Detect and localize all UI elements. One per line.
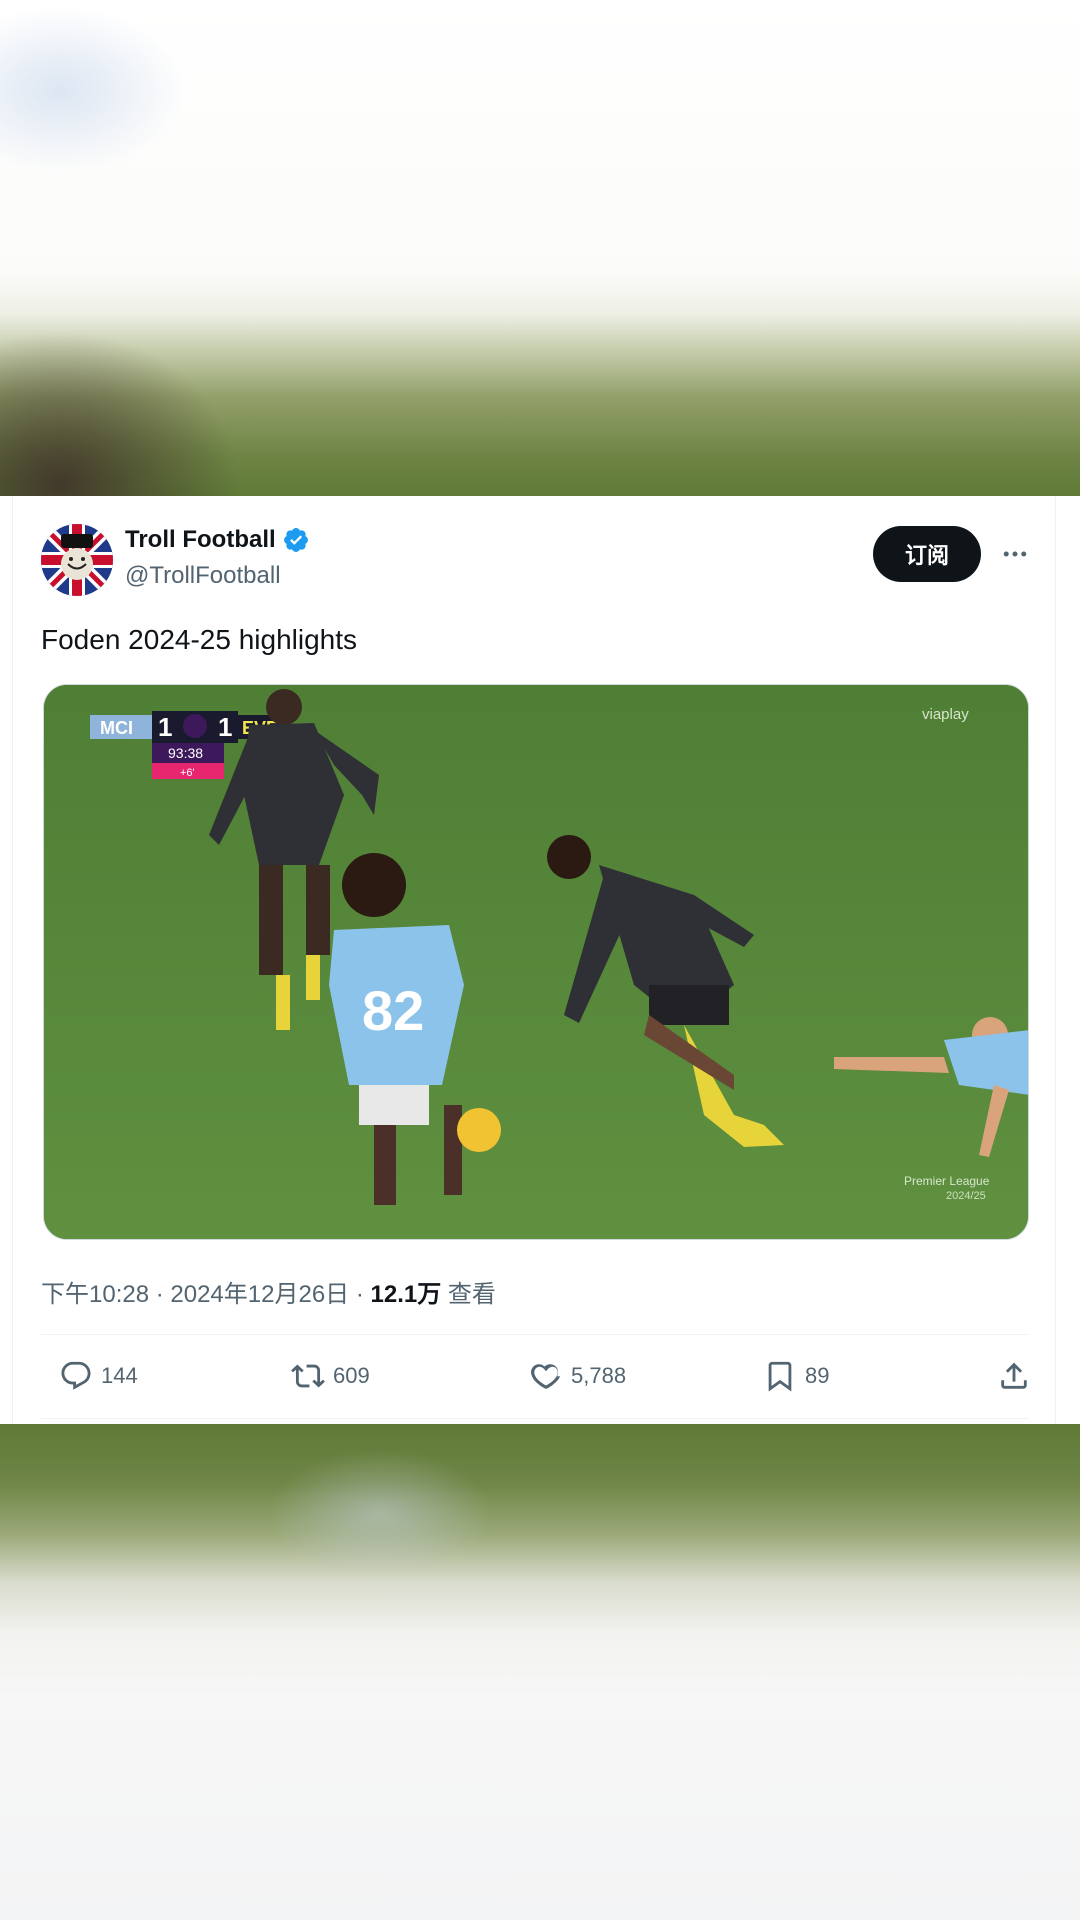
reply-count: 144	[101, 1363, 138, 1388]
watermark-competition: Premier League	[904, 1174, 990, 1188]
tweet-meta: 下午10:28 · 2024年12月26日 · 12.1万 查看	[41, 1274, 496, 1309]
action-bar: 144 609 5,788 89	[41, 1346, 1031, 1406]
tweet-card[interactable]: Troll Football @TrollFootball 订阅 Foden 2…	[12, 496, 1056, 1424]
broadcaster-logo: viaplay	[922, 706, 969, 723]
divider	[41, 1418, 1029, 1419]
user-handle[interactable]: @TrollFootball	[125, 562, 281, 590]
scoreboard-clock: 93:38	[168, 745, 203, 761]
blurred-background-bottom	[0, 1424, 1080, 1920]
bookmark-button[interactable]: 89	[763, 1346, 829, 1406]
reply-icon	[61, 1361, 91, 1390]
bookmark-count: 89	[805, 1363, 830, 1388]
scoreboard-home: MCI	[100, 718, 133, 738]
tweet-media-image[interactable]: MCI 1 1 EVE 93:38 +6' viaplay Premier Le…	[43, 684, 1029, 1240]
views-count: 12.1万	[370, 1281, 442, 1308]
views-label: 查看	[441, 1281, 496, 1308]
retweet-icon	[291, 1364, 325, 1388]
like-icon	[531, 1364, 561, 1389]
display-name[interactable]: Troll Football	[125, 526, 276, 554]
avatar[interactable]	[41, 524, 113, 596]
share-icon	[1001, 1362, 1027, 1389]
subscribe-button[interactable]: 订阅	[873, 526, 981, 582]
more-icon[interactable]	[995, 534, 1035, 574]
retweet-button[interactable]: 609	[291, 1346, 370, 1406]
divider	[41, 1334, 1029, 1335]
like-count: 5,788	[571, 1363, 627, 1388]
scoreboard-home-score: 1	[158, 712, 172, 742]
scoreboard-added-time: +6'	[180, 767, 195, 779]
reply-button[interactable]: 144	[59, 1346, 138, 1406]
blurred-background-top	[0, 0, 1080, 496]
verified-badge-icon	[282, 526, 310, 554]
tweet-timestamp[interactable]: 下午10:28 · 2024年12月26日 ·	[41, 1281, 371, 1308]
retweet-count: 609	[333, 1363, 370, 1388]
like-button[interactable]: 5,788	[529, 1346, 626, 1406]
tweet-text: Foden 2024-25 highlights	[41, 624, 358, 655]
svg-text:82: 82	[362, 979, 424, 1042]
watermark-season: 2024/25	[946, 1190, 986, 1202]
name-row[interactable]: Troll Football	[125, 526, 310, 554]
bookmark-icon	[768, 1361, 792, 1392]
share-button[interactable]	[997, 1346, 1039, 1406]
scoreboard-away-score: 1	[218, 712, 232, 742]
